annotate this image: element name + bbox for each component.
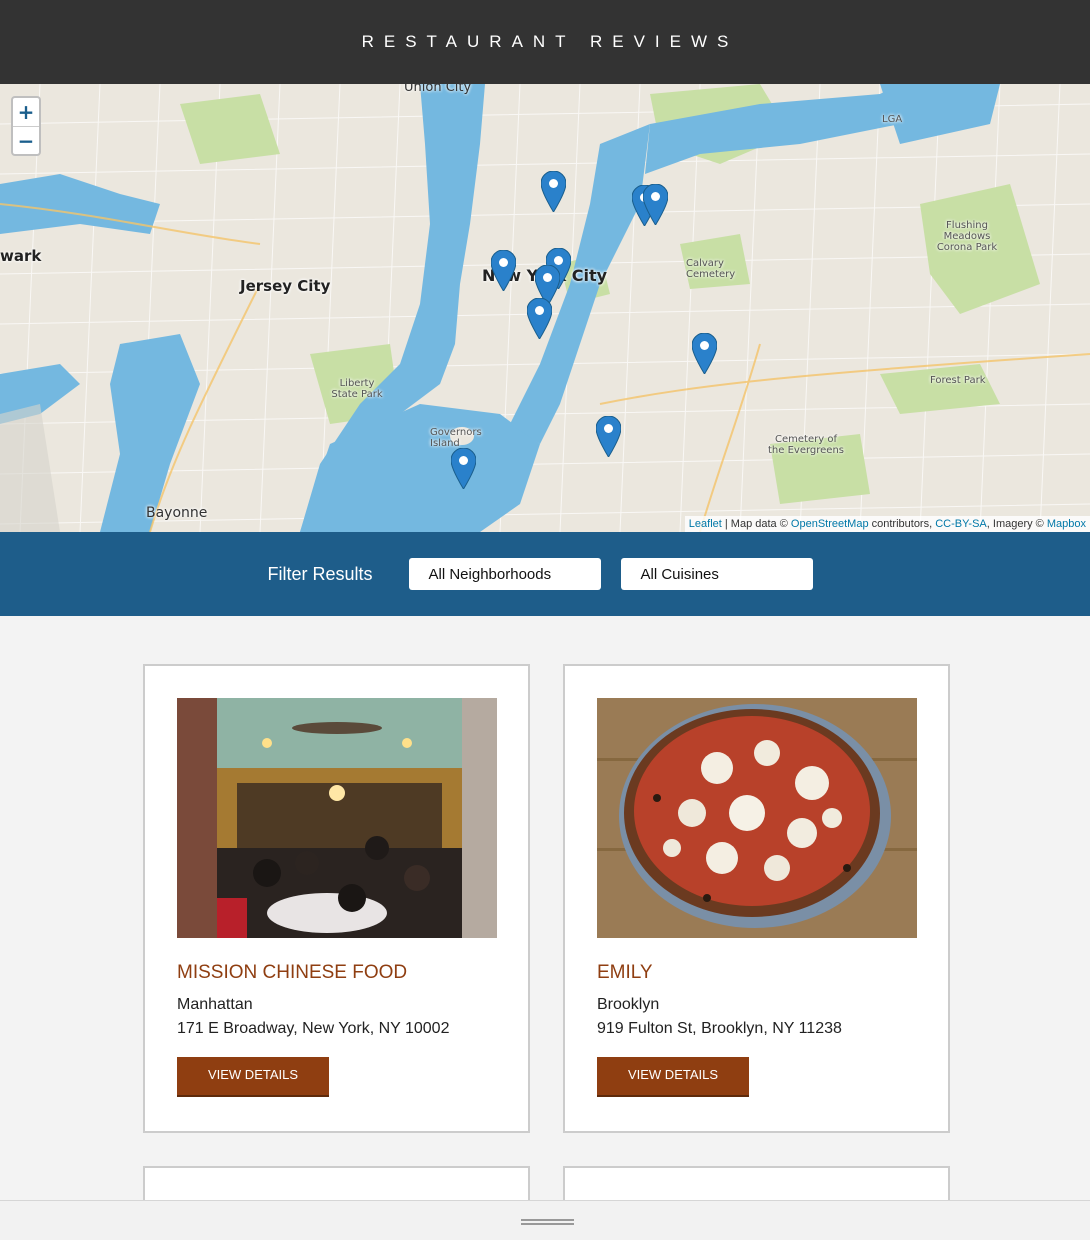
- label-lga: LGA: [882, 114, 903, 125]
- restaurant-card: MISSION CHINESE FOOD Manhattan 171 E Bro…: [143, 664, 530, 1133]
- site-header: RESTAURANT REVIEWS: [0, 0, 1090, 84]
- map-marker-icon[interactable]: [526, 297, 553, 340]
- view-details-button[interactable]: VIEW DETAILS: [177, 1057, 329, 1097]
- leaflet-link[interactable]: Leaflet: [689, 518, 722, 530]
- map-marker-icon[interactable]: [691, 332, 718, 375]
- label-forest-park: Forest Park: [930, 375, 986, 386]
- map-marker-icon[interactable]: [595, 415, 622, 458]
- neighborhood-select[interactable]: All Neighborhoods: [408, 558, 601, 590]
- label-flushing-meadows: Flushing Meadows Corona Park: [936, 220, 998, 253]
- zoom-out-button[interactable]: −: [13, 127, 39, 156]
- filter-bar: Filter Results All Neighborhoods All Cui…: [0, 532, 1090, 616]
- attribution-imagery: , Imagery ©: [986, 518, 1044, 530]
- drag-handle-icon[interactable]: [521, 1219, 574, 1225]
- map[interactable]: Union City New York City Jersey City war…: [0, 84, 1090, 532]
- mapbox-link[interactable]: Mapbox: [1047, 518, 1086, 530]
- restaurant-address: 171 E Broadway, New York, NY 10002: [177, 1020, 450, 1037]
- restaurant-photo: [177, 698, 497, 938]
- map-marker-icon[interactable]: [642, 183, 669, 226]
- bottom-sheet-bar: [0, 1200, 1090, 1240]
- filter-label: Filter Results: [267, 563, 373, 584]
- label-cemetery-evergreens: Cemetery of the Evergreens: [768, 434, 845, 456]
- label-bayonne: Bayonne: [146, 505, 208, 521]
- label-governors-island: Governors Island: [430, 427, 482, 449]
- restaurant-photo: [597, 698, 917, 938]
- map-marker-icon[interactable]: [450, 447, 477, 490]
- restaurant-card: EMILY Brooklyn 919 Fulton St, Brooklyn, …: [563, 664, 950, 1133]
- attribution-contributors: contributors,: [871, 518, 933, 530]
- restaurant-address: 919 Fulton St, Brooklyn, NY 11238: [597, 1020, 842, 1037]
- label-newark: wark: [0, 247, 42, 265]
- zoom-control: + −: [11, 96, 41, 156]
- map-marker-icon[interactable]: [540, 170, 567, 213]
- restaurant-name: MISSION CHINESE FOOD: [177, 962, 408, 983]
- license-link[interactable]: CC-BY-SA: [935, 518, 987, 530]
- cuisine-select[interactable]: All Cuisines: [620, 558, 813, 590]
- view-details-button[interactable]: VIEW DETAILS: [597, 1057, 749, 1097]
- label-jersey-city: Jersey City: [240, 277, 331, 295]
- map-attribution: Leaflet | Map data © OpenStreetMap contr…: [684, 516, 1090, 532]
- label-union-city: Union City: [404, 84, 472, 95]
- attribution-map-data: | Map data ©: [724, 518, 788, 530]
- label-liberty-state-park: Liberty State Park: [331, 378, 383, 400]
- restaurant-neighborhood: Manhattan: [177, 996, 253, 1013]
- site-title[interactable]: RESTAURANT REVIEWS: [352, 32, 739, 52]
- osm-link[interactable]: OpenStreetMap: [791, 518, 869, 530]
- map-marker-icon[interactable]: [490, 249, 517, 292]
- label-calvary-cemetery: Calvary Cemetery: [686, 258, 736, 280]
- zoom-in-button[interactable]: +: [13, 98, 39, 127]
- restaurant-neighborhood: Brooklyn: [597, 996, 660, 1013]
- restaurant-name: EMILY: [597, 962, 653, 983]
